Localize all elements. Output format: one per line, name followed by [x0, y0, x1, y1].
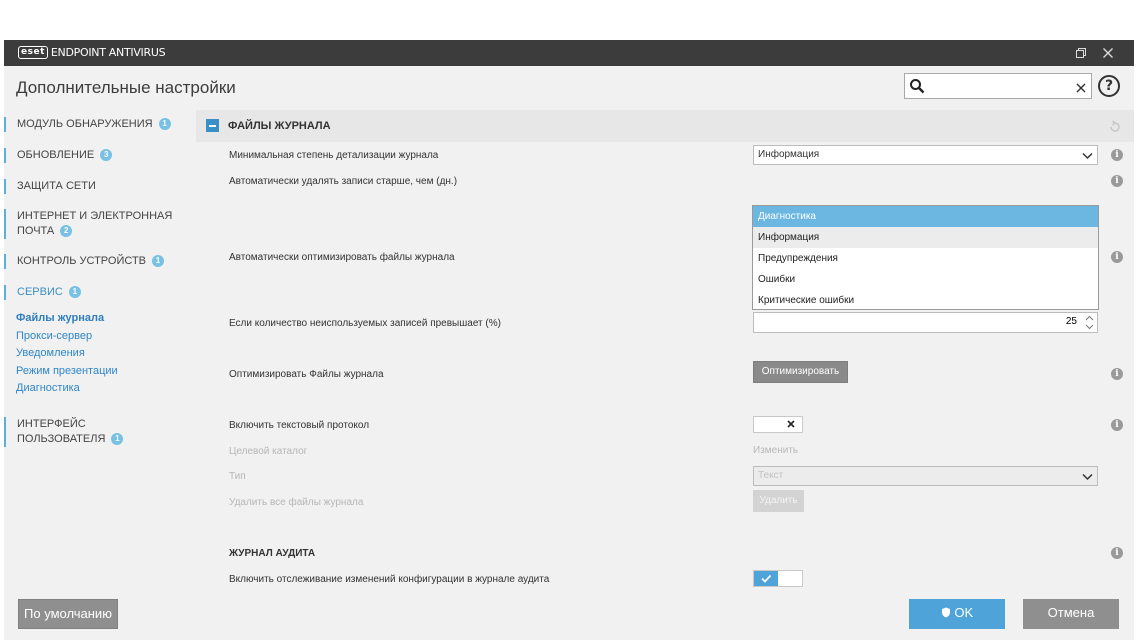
delete-all-label: Удалить все файлы журнала — [229, 497, 364, 508]
chevron-down-icon — [1082, 150, 1093, 168]
ok-button[interactable]: OK — [909, 599, 1005, 629]
delete-button[interactable]: Удалить — [753, 490, 804, 512]
auto-delete-label: Автоматически удалять записи старше, чем… — [229, 176, 458, 187]
sidebar-item-device-control[interactable]: КОНТРОЛЬ УСТРОЙСТВ 1 — [4, 254, 188, 269]
audit-tracking-label: Включить отслеживание изменений конфигур… — [229, 574, 550, 585]
subnav-presentation-mode[interactable]: Режим презентации — [16, 365, 118, 377]
audit-section-title: ЖУРНАЛ АУДИТА — [229, 548, 316, 559]
search-box[interactable] — [904, 73, 1092, 99]
count-badge: 1 — [152, 255, 165, 267]
sidebar-item-label: ИНТЕРНЕТ И ЭЛЕКТРОННАЯ — [17, 210, 173, 222]
toggle-off-icon — [779, 417, 803, 432]
optimize-button[interactable]: Оптимизировать — [753, 361, 848, 383]
info-icon[interactable]: i — [1111, 149, 1123, 161]
info-icon[interactable]: i — [1111, 175, 1123, 187]
info-icon[interactable]: i — [1111, 419, 1123, 431]
text-protocol-toggle[interactable] — [753, 416, 803, 433]
sidebar-item-network[interactable]: ЗАЩИТА СЕТИ — [4, 179, 188, 194]
help-button[interactable]: ? — [1098, 75, 1120, 97]
search-icon — [909, 78, 925, 98]
unused-threshold-stepper[interactable] — [753, 312, 1098, 333]
chevron-down-icon — [1082, 471, 1093, 489]
threshold-input[interactable] — [999, 315, 1079, 328]
sidebar-item-label: СЕРВИС — [17, 286, 63, 298]
sidebar-item-label: ОБНОВЛЕНИЕ — [17, 149, 95, 161]
checkmark-icon — [754, 571, 778, 586]
count-badge: 3 — [100, 149, 113, 161]
select-value: Текст — [758, 470, 784, 481]
sidebar-item-label: ПОЧТА — [17, 225, 55, 237]
restore-window-icon[interactable] — [1073, 45, 1089, 61]
optimize-label: Оптимизировать Файлы журнала — [229, 369, 384, 380]
dropdown-option[interactable]: Диагностика — [753, 206, 1098, 227]
search-input[interactable] — [929, 76, 1069, 96]
product-name: ENDPOINT ANTIVIRUS — [50, 46, 166, 59]
text-protocol-label: Включить текстовый протокол — [229, 420, 370, 431]
stepper-arrows-icon[interactable] — [1085, 314, 1094, 331]
target-dir-label: Целевой каталог — [229, 446, 308, 457]
min-verbosity-label: Минимальная степень детализации журнала — [229, 150, 439, 161]
shield-icon — [941, 605, 955, 620]
header: Дополнительные настройки ? — [4, 66, 1134, 108]
sidebar-item-tools[interactable]: СЕРВИС 1 — [4, 285, 188, 300]
close-icon[interactable] — [1100, 45, 1116, 61]
title-bar: eset ENDPOINT ANTIVIRUS — [4, 40, 1134, 66]
dropdown-option[interactable]: Критические ошибки — [753, 290, 1098, 311]
ok-label: OK — [954, 605, 974, 620]
sidebar-item-user-interface[interactable]: ИНТЕРФЕЙС ПОЛЬЗОВАТЕЛЯ 1 — [4, 417, 188, 447]
sidebar-item-update[interactable]: ОБНОВЛЕНИЕ 3 — [4, 148, 188, 163]
revert-icon[interactable] — [1108, 119, 1122, 138]
page-title: Дополнительные настройки — [16, 78, 236, 97]
dropdown-option[interactable]: Информация — [753, 227, 1098, 248]
sidebar-item-detection[interactable]: МОДУЛЬ ОБНАРУЖЕНИЯ 1 — [4, 117, 188, 132]
count-badge: 1 — [158, 118, 171, 130]
default-button[interactable]: По умолчанию — [18, 599, 118, 629]
subnav-log-files[interactable]: Файлы журнала — [16, 312, 104, 324]
section-header-log-files[interactable]: ФАЙЛЫ ЖУРНАЛА — [196, 110, 1134, 142]
settings-panel: ФАЙЛЫ ЖУРНАЛА Минимальная степень детали… — [196, 110, 1134, 590]
info-icon[interactable]: i — [1111, 368, 1123, 380]
change-dir-link[interactable]: Изменить — [753, 445, 798, 456]
clear-search-icon[interactable] — [1075, 79, 1087, 98]
min-verbosity-select[interactable]: Информация — [753, 145, 1098, 165]
collapse-icon[interactable] — [206, 119, 219, 132]
auto-optimize-label: Автоматически оптимизировать файлы журна… — [229, 252, 455, 263]
info-icon[interactable]: i — [1111, 251, 1123, 263]
audit-tracking-toggle[interactable] — [753, 570, 803, 587]
sidebar-item-label: КОНТРОЛЬ УСТРОЙСТВ — [17, 255, 147, 267]
sidebar-item-label: ПОЛЬЗОВАТЕЛЯ — [17, 433, 106, 445]
cancel-button[interactable]: Отмена — [1023, 599, 1119, 629]
section-title: ФАЙЛЫ ЖУРНАЛА — [228, 120, 331, 132]
sidebar-item-label: ИНТЕРФЕЙС — [17, 418, 86, 430]
type-label: Тип — [229, 471, 246, 482]
sidebar-item-label: МОДУЛЬ ОБНАРУЖЕНИЯ — [17, 118, 153, 130]
count-badge: 2 — [60, 225, 73, 237]
select-value: Информация — [758, 149, 820, 160]
sidebar-item-web-email[interactable]: ИНТЕРНЕТ И ЭЛЕКТРОННАЯ ПОЧТА 2 — [4, 209, 188, 239]
subnav-proxy[interactable]: Прокси-сервер — [16, 330, 92, 342]
app-window: eset ENDPOINT ANTIVIRUS Дополнительные н… — [4, 40, 1134, 640]
verbosity-dropdown-list: Диагностика Информация Предупреждения Ош… — [752, 205, 1099, 310]
sidebar: МОДУЛЬ ОБНАРУЖЕНИЯ 1 ОБНОВЛЕНИЕ 3 ЗАЩИТА С… — [4, 108, 196, 588]
dropdown-option[interactable]: Предупреждения — [753, 248, 1098, 269]
eset-logo: eset — [18, 46, 48, 59]
sidebar-item-label: ЗАЩИТА СЕТИ — [17, 180, 96, 192]
subnav-diagnostics[interactable]: Диагностика — [16, 382, 80, 394]
dropdown-option[interactable]: Ошибки — [753, 269, 1098, 290]
subnav-notifications[interactable]: Уведомления — [16, 347, 85, 359]
unused-threshold-label: Если количество неиспользуемых записей п… — [229, 318, 501, 329]
type-select[interactable]: Текст — [753, 466, 1098, 486]
brand: eset ENDPOINT ANTIVIRUS — [18, 46, 166, 59]
count-badge: 1 — [68, 286, 81, 298]
info-icon[interactable]: i — [1111, 547, 1123, 559]
count-badge: 1 — [111, 433, 124, 445]
